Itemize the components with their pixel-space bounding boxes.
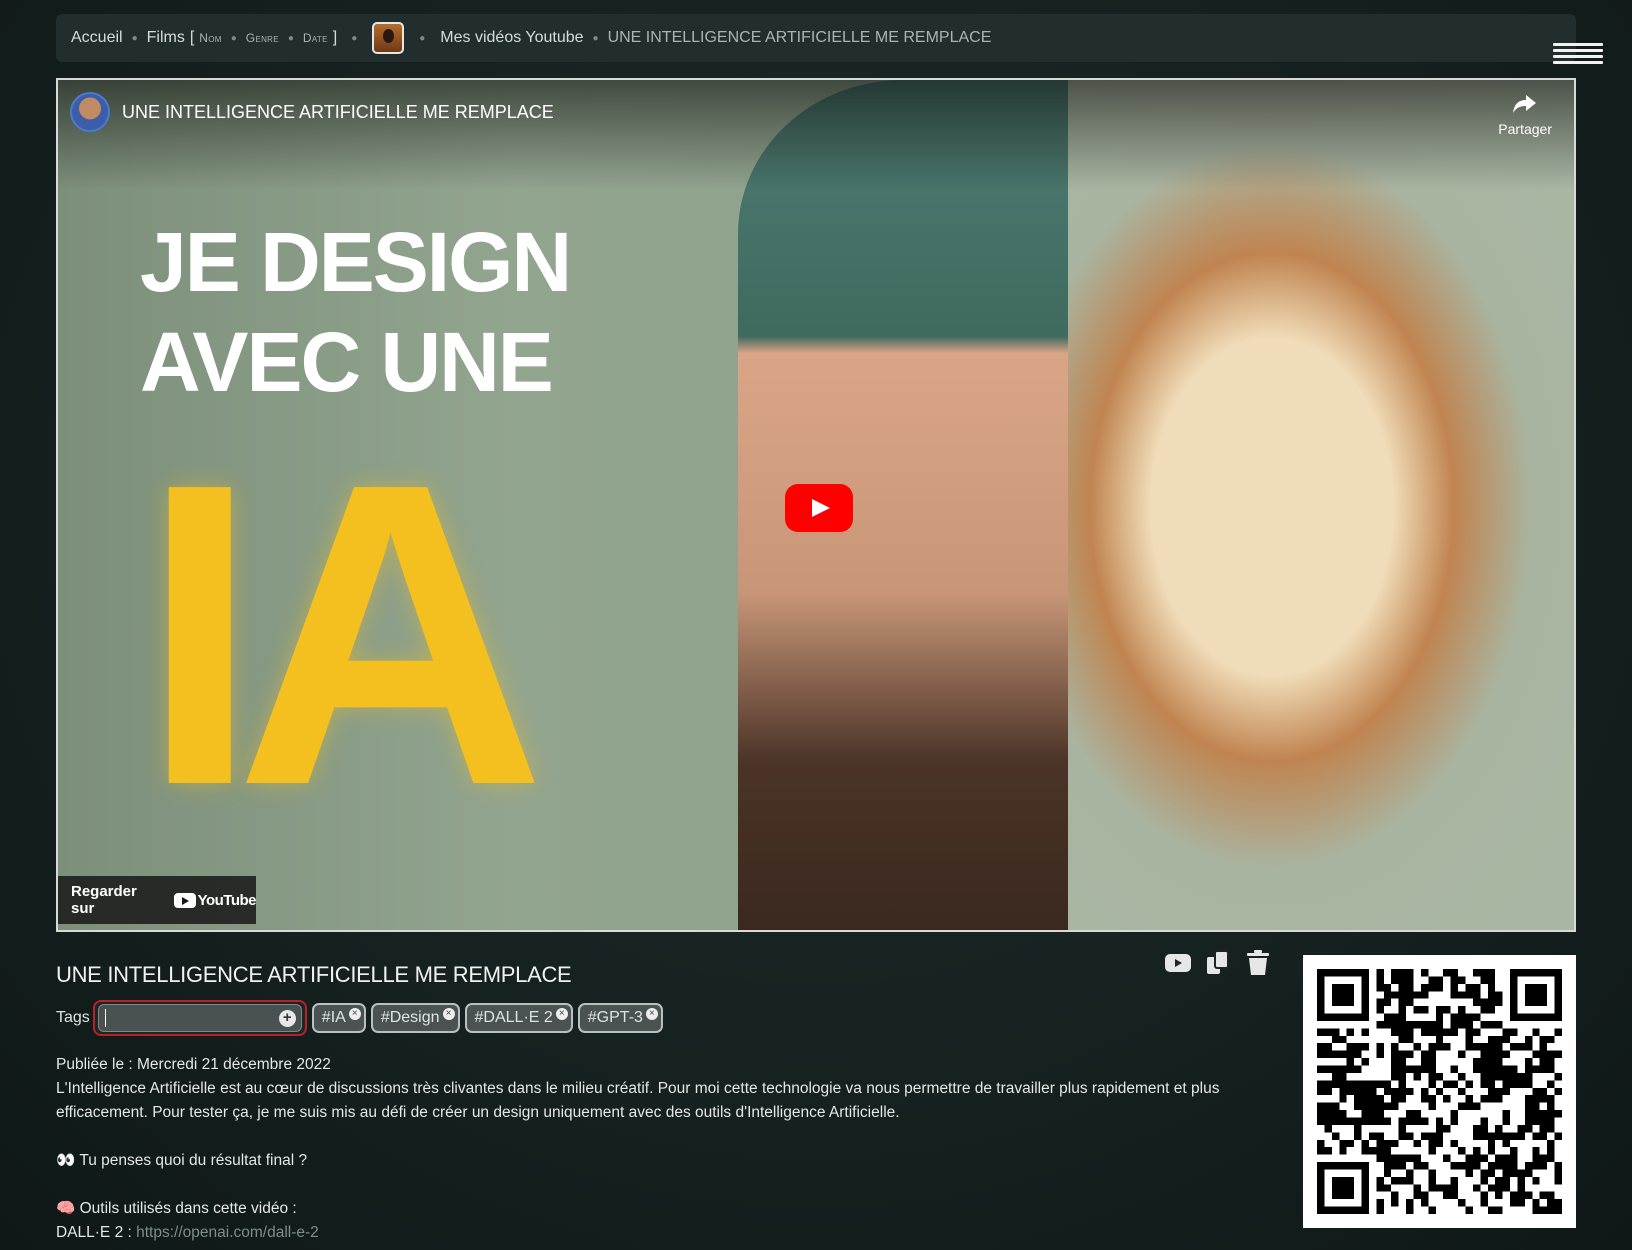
tag-input[interactable] [105,1009,266,1027]
action-icons [1165,950,1271,976]
sort-by-name-link[interactable]: Nom [199,31,221,45]
breadcrumb-films[interactable]: Films [147,29,185,47]
youtube-embed[interactable]: JE DESIGN AVEC UNE IA UNE INTELLIGENCE A… [56,78,1576,932]
tool-link-dalle[interactable]: https://openai.com/dall-e-2 [136,1224,319,1241]
tag-label: #DALL·E 2 [474,1009,553,1026]
sort-by-genre-link[interactable]: Genre [246,31,279,45]
tag-input-box: + [97,1004,302,1032]
question-line: 👀 Tu penses quoi du résultat final ? [56,1152,308,1169]
thumbnail-text-line2: AVEC UNE [140,315,554,409]
remove-tag-icon[interactable]: × [645,1008,658,1020]
tag-label: #GPT-3 [587,1009,643,1026]
video-description: Publiée le : Mercredi 21 décembre 2022 L… [56,1053,1266,1245]
video-title[interactable]: UNE INTELLIGENCE ARTIFICIELLE ME REMPLAC… [122,102,554,123]
channel-avatar-thumbnail[interactable] [372,22,405,54]
breadcrumb-separator: ● [419,32,426,44]
sort-open-bracket: [ [189,29,195,46]
breadcrumb-separator: ● [592,32,599,44]
hamburger-menu-icon[interactable] [1553,43,1603,65]
thumbnail-text-ia: IA [140,395,546,875]
share-button[interactable]: Partager [1498,92,1552,137]
page-title: UNE INTELLIGENCE ARTIFICIELLE ME REMPLAC… [56,962,572,987]
tag-chip[interactable]: #IA × [311,1003,366,1033]
watch-on-youtube-button[interactable]: Regarder sur YouTube [58,876,257,924]
tag-input-field[interactable]: + [92,1000,307,1036]
tags-label: Tags [56,1009,90,1026]
breadcrumb-separator: ● [287,32,294,44]
breadcrumb-home[interactable]: Accueil [71,29,123,47]
breadcrumb-channel[interactable]: Mes vidéos Youtube [440,29,583,47]
trash-icon[interactable] [1245,950,1271,976]
share-label: Partager [1498,121,1552,137]
breadcrumb-separator: ● [230,32,237,44]
thumbnail-text-line1: JE DESIGN [140,215,572,309]
breadcrumb-bar: Accueil ● Films [ Nom ● Genre ● Date ] ●… [56,14,1576,62]
thumbnail-robot-half [1068,80,1574,930]
description-paragraph: L'Intelligence Artificielle est au cœur … [56,1080,1220,1121]
remove-tag-icon[interactable]: × [348,1008,361,1020]
breadcrumb-separator: ● [131,32,138,44]
tag-chip[interactable]: #DALL·E 2 × [464,1003,573,1033]
qr-code-image [1317,969,1562,1214]
remove-tag-icon[interactable]: × [555,1008,568,1020]
tool-line-dalle: DALL·E 2 : https://openai.com/dall-e-2 [56,1221,1266,1245]
tool-label: DALL·E 2 : [56,1224,132,1241]
copy-icon[interactable] [1205,950,1231,976]
breadcrumb-separator: ● [351,32,358,44]
qr-code [1303,955,1576,1228]
watch-on-label: Regarder sur [71,883,137,917]
tag-label: #Design [380,1009,440,1026]
add-tag-icon[interactable]: + [278,1010,296,1027]
youtube-logo: YouTube [173,891,257,909]
sort-by-date-link[interactable]: Date [303,31,328,45]
youtube-brand-label: YouTube [197,891,257,909]
tag-chip[interactable]: #Design × [370,1003,460,1033]
youtube-icon [173,892,196,908]
play-button-icon[interactable] [785,484,853,532]
tags-row: Tags + #IA × #Design × #DALL·E 2 × #GPT-3 × [56,1000,663,1036]
remove-tag-icon[interactable]: × [442,1008,455,1020]
breadcrumb-current: UNE INTELLIGENCE ARTIFICIELLE ME REMPLAC… [607,29,992,46]
sort-close-bracket: ] [332,29,338,46]
tag-label: #IA [321,1009,346,1026]
channel-avatar[interactable] [70,92,110,132]
published-date: Publiée le : Mercredi 21 décembre 2022 [56,1056,331,1073]
share-icon [1498,92,1552,121]
youtube-icon[interactable] [1165,950,1191,976]
tools-heading: 🧠 Outils utilisés dans cette vidéo : [56,1200,297,1217]
video-caption: UNE INTELLIGENCE ARTIFICIELLE ME REMPLAC… [70,92,554,132]
tag-chip[interactable]: #GPT-3 × [577,1003,663,1033]
